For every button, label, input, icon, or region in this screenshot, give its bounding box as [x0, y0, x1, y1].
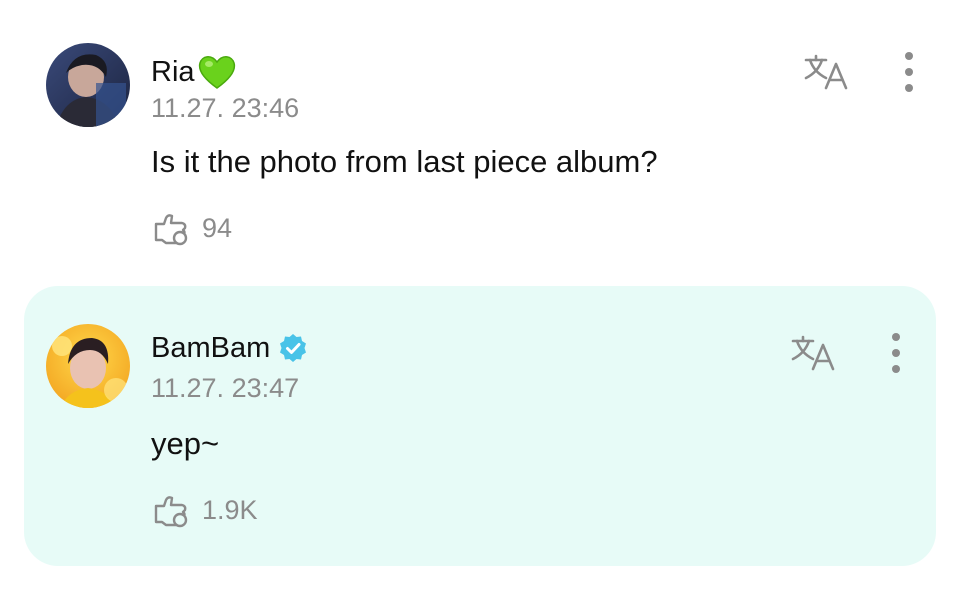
author-row: Ria — [151, 54, 237, 90]
author-name[interactable]: Ria — [151, 57, 195, 87]
like-button[interactable]: 94 — [152, 210, 232, 246]
author-name[interactable]: BamBam — [151, 333, 270, 363]
more-vertical-icon[interactable] — [899, 50, 919, 94]
avatar[interactable] — [46, 324, 130, 408]
comment-item: Ria 11.27. 23:46 Is it the photo from la… — [0, 0, 960, 270]
more-vertical-icon[interactable] — [886, 331, 906, 375]
comment-timestamp: 11.27. 23:46 — [151, 93, 300, 123]
avatar[interactable] — [46, 43, 130, 127]
like-hand-icon — [154, 496, 188, 528]
verified-badge-icon — [280, 334, 307, 362]
author-row: BamBam — [151, 333, 308, 363]
like-button[interactable]: 1.9K — [152, 492, 258, 528]
comment-text: yep~ — [151, 426, 220, 461]
translate-icon[interactable] — [789, 333, 837, 373]
comment-text: Is it the photo from last piece album? — [151, 144, 658, 179]
avatar-image — [46, 324, 130, 408]
like-hand-icon — [154, 214, 188, 246]
avatar-image — [46, 43, 130, 127]
green-heart-icon — [198, 56, 235, 89]
comment-item-highlighted: BamBam 11.27. 23:47 yep~ 1.9K — [24, 286, 936, 566]
comment-timestamp: 11.27. 23:47 — [151, 373, 300, 403]
like-count: 1.9K — [202, 494, 258, 525]
translate-icon[interactable] — [802, 52, 850, 92]
like-count: 94 — [202, 212, 233, 243]
